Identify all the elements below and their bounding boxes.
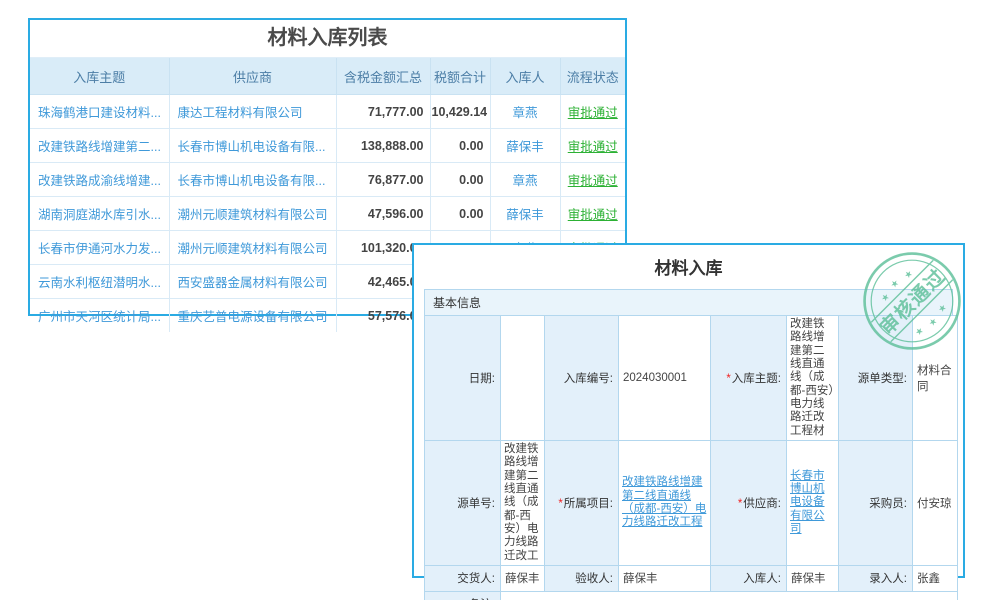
form-row-remark: 备注: bbox=[425, 591, 958, 600]
remark-value bbox=[501, 591, 958, 600]
amount-cell: 47,596.00 bbox=[336, 197, 430, 231]
table-row: 改建铁路线增建第二... 长春市博山机电设备有限... 138,888.00 0… bbox=[30, 129, 625, 163]
detail-form-table: 日期: 入库编号: 2024030001 *入库主题: 改建铁路线增建第二线直通… bbox=[424, 315, 958, 600]
project-link[interactable]: 改建铁路线增建第二线直通线（成都-西安）电力线路迁改工程 bbox=[622, 476, 706, 528]
required-asterisk: * bbox=[738, 498, 742, 510]
subject-link[interactable]: 改建铁路线增建第二... bbox=[38, 140, 161, 154]
person-link[interactable]: 章燕 bbox=[512, 174, 537, 188]
table-row: 湖南洞庭湖水库引水... 潮州元顺建筑材料有限公司 47,596.00 0.00… bbox=[30, 197, 625, 231]
warehouser-value: 薛保丰 bbox=[787, 565, 839, 591]
source-no-label: 源单号: bbox=[425, 440, 501, 565]
stamp-star: ★ bbox=[913, 325, 926, 338]
tax-cell: 10,429.14 bbox=[430, 95, 490, 129]
subject-link[interactable]: 广州市天河区统计局... bbox=[38, 310, 161, 324]
remark-label: 备注: bbox=[425, 591, 501, 600]
supplier-link[interactable]: 重庆艺普电源设备有限公司 bbox=[178, 310, 328, 324]
material-detail-panel: 材料入库 基本信息 日期: 入库编号: 2024030001 *入库主题: 改建… bbox=[412, 243, 965, 578]
subject-link[interactable]: 长春市伊通河水力发... bbox=[38, 242, 161, 256]
stamp-star: ★ bbox=[888, 277, 901, 290]
approval-stamp: 审核通过 ★ ★ ★ ★ ★ ★ bbox=[861, 250, 963, 352]
subject-link[interactable]: 珠海鹤港口建设材料... bbox=[38, 106, 161, 120]
date-value bbox=[501, 316, 545, 441]
stamp-star: ★ bbox=[902, 268, 915, 281]
source-no-value: 改建铁路线增建第二线直通线（成都-西安）电力线路迁改工 bbox=[501, 440, 545, 565]
entry-no-value: 2024030001 bbox=[619, 316, 711, 441]
stamp-star: ★ bbox=[879, 291, 892, 304]
stamp-star: ★ bbox=[927, 316, 940, 329]
col-header-amount: 含税金额汇总 bbox=[336, 58, 430, 95]
amount-cell: 138,888.00 bbox=[336, 129, 430, 163]
supplier-link[interactable]: 长春市博山机电设备有限... bbox=[178, 174, 326, 188]
table-row: 改建铁路成渝线增建... 长春市博山机电设备有限... 76,877.00 0.… bbox=[30, 163, 625, 197]
table-row: 珠海鹤港口建设材料... 康达工程材料有限公司 71,777.00 10,429… bbox=[30, 95, 625, 129]
form-row-3: 交货人: 薛保丰 验收人: 薛保丰 入库人: 薛保丰 录入人: 张鑫 bbox=[425, 565, 958, 591]
recorder-label: 录入人: bbox=[839, 565, 913, 591]
form-row-2: 源单号: 改建铁路线增建第二线直通线（成都-西安）电力线路迁改工 *所属项目: … bbox=[425, 440, 958, 565]
col-header-status: 流程状态 bbox=[560, 58, 625, 95]
recorder-value: 张鑫 bbox=[913, 565, 958, 591]
col-header-subject: 入库主题 bbox=[30, 58, 169, 95]
supplier-link[interactable]: 西安盛器金属材料有限公司 bbox=[178, 276, 328, 290]
supplier-label: *供应商: bbox=[711, 440, 787, 565]
amount-cell: 71,777.00 bbox=[336, 95, 430, 129]
inspector-label: 验收人: bbox=[545, 565, 619, 591]
col-header-supplier: 供应商 bbox=[169, 58, 336, 95]
supplier-link[interactable]: 潮州元顺建筑材料有限公司 bbox=[178, 242, 328, 256]
col-header-tax: 税额合计 bbox=[430, 58, 490, 95]
status-link[interactable]: 审批通过 bbox=[568, 174, 618, 188]
entry-no-label: 入库编号: bbox=[545, 316, 619, 441]
buyer-label: 采购员: bbox=[839, 440, 913, 565]
subject-label: *入库主题: bbox=[711, 316, 787, 441]
deliverer-label: 交货人: bbox=[425, 565, 501, 591]
subject-link[interactable]: 湖南洞庭湖水库引水... bbox=[38, 208, 161, 222]
supplier-link[interactable]: 潮州元顺建筑材料有限公司 bbox=[178, 208, 328, 222]
subject-link[interactable]: 改建铁路成渝线增建... bbox=[38, 174, 161, 188]
date-label: 日期: bbox=[425, 316, 501, 441]
supplier-link[interactable]: 长春市博山机电设备有限... bbox=[178, 140, 326, 154]
person-link[interactable]: 薛保丰 bbox=[506, 208, 544, 222]
status-link[interactable]: 审批通过 bbox=[568, 140, 618, 154]
list-header-row: 入库主题 供应商 含税金额汇总 税额合计 入库人 流程状态 bbox=[30, 58, 625, 95]
stamp-star: ★ bbox=[936, 302, 949, 315]
deliverer-value: 薛保丰 bbox=[501, 565, 545, 591]
status-link[interactable]: 审批通过 bbox=[568, 208, 618, 222]
status-link[interactable]: 审批通过 bbox=[568, 106, 618, 120]
amount-cell: 76,877.00 bbox=[336, 163, 430, 197]
subject-value: 改建铁路线增建第二线直通线（成都-西安）电力线路迁改工程材 bbox=[787, 316, 839, 441]
tax-cell: 0.00 bbox=[430, 197, 490, 231]
inspector-value: 薛保丰 bbox=[619, 565, 711, 591]
person-link[interactable]: 章燕 bbox=[512, 106, 537, 120]
buyer-value: 付安琼 bbox=[913, 440, 958, 565]
warehouser-label: 入库人: bbox=[711, 565, 787, 591]
screen: 材料入库列表 入库主题 供应商 含税金额汇总 税额合计 入库人 流程状态 珠海鹤… bbox=[0, 0, 1000, 600]
person-link[interactable]: 薛保丰 bbox=[506, 140, 544, 154]
supplier-link[interactable]: 长春市博山机电设备有限公司 bbox=[790, 470, 825, 535]
required-asterisk: * bbox=[558, 498, 562, 510]
tax-cell: 0.00 bbox=[430, 163, 490, 197]
subject-link[interactable]: 云南水利枢纽潜明水... bbox=[38, 276, 161, 290]
col-header-person: 入库人 bbox=[490, 58, 560, 95]
tax-cell: 0.00 bbox=[430, 129, 490, 163]
list-title: 材料入库列表 bbox=[30, 20, 625, 58]
supplier-link[interactable]: 康达工程材料有限公司 bbox=[178, 106, 303, 120]
project-label: *所属项目: bbox=[545, 440, 619, 565]
required-asterisk: * bbox=[726, 373, 730, 385]
